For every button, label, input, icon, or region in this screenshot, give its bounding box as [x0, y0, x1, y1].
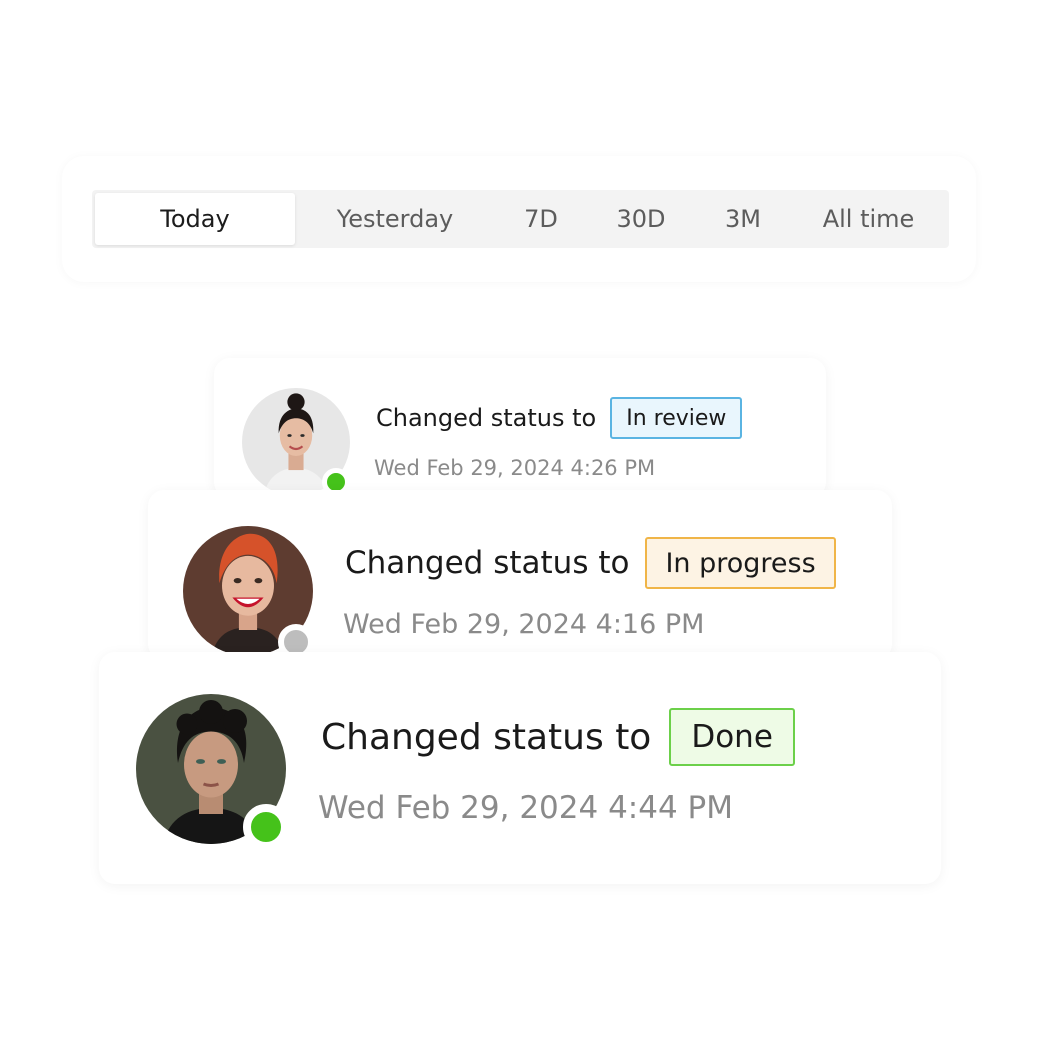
- activity-timestamp: Wed Feb 29, 2024 4:16 PM: [343, 609, 705, 640]
- tab-today[interactable]: Today: [95, 193, 295, 245]
- activity-widget: Today Yesterday 7D 30D 3M All time Chang…: [0, 0, 1040, 1040]
- online-status-dot: [243, 804, 289, 850]
- activity-message: Changed status to: [376, 404, 597, 432]
- activity-card: Changed status to Done Wed Feb 29, 2024 …: [99, 652, 941, 884]
- status-badge-done: Done: [669, 708, 795, 766]
- status-badge-in-progress: In progress: [645, 537, 836, 589]
- activity-timestamp: Wed Feb 29, 2024 4:26 PM: [374, 456, 656, 480]
- activity-message: Changed status to: [321, 716, 652, 758]
- status-badge-in-review: In review: [610, 397, 743, 439]
- tab-yesterday[interactable]: Yesterday: [295, 193, 495, 245]
- tab-all-time[interactable]: All time: [791, 193, 946, 245]
- tab-30d[interactable]: 30D: [587, 193, 695, 245]
- tab-7d[interactable]: 7D: [495, 193, 587, 245]
- tab-3m[interactable]: 3M: [695, 193, 791, 245]
- activity-message: Changed status to: [345, 545, 630, 581]
- time-range-segmented-control: Today Yesterday 7D 30D 3M All time: [92, 190, 949, 248]
- activity-card: Changed status to In progress Wed Feb 29…: [148, 490, 892, 660]
- activity-timestamp: Wed Feb 29, 2024 4:44 PM: [318, 790, 733, 826]
- activity-card: Changed status to In review Wed Feb 29, …: [214, 358, 826, 498]
